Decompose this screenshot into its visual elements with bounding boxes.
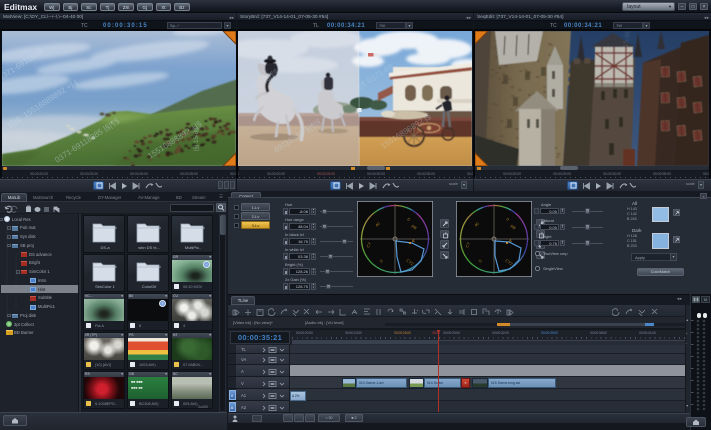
svg-text:A: A xyxy=(412,238,415,243)
svg-text:A: A xyxy=(509,238,512,243)
svg-text:|§| 15-88: |§| 15-88 xyxy=(194,127,200,151)
